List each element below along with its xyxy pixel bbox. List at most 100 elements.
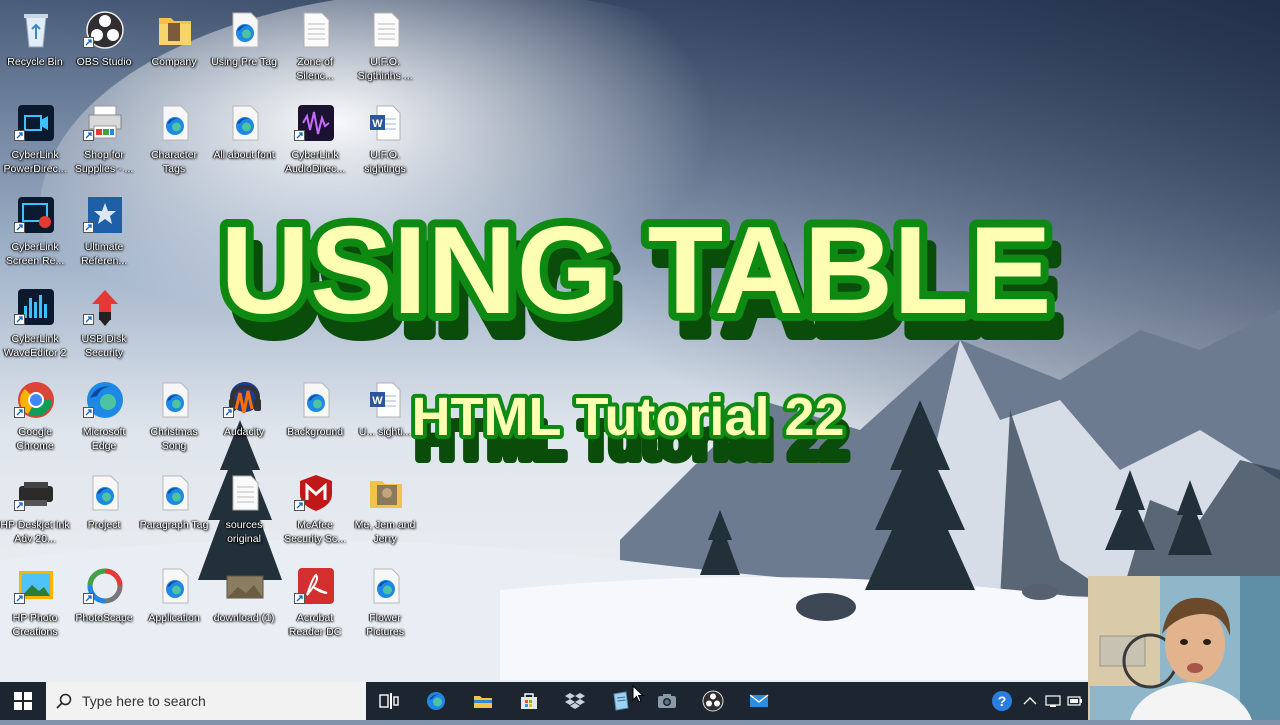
shortcut-arrow-icon	[294, 500, 305, 511]
chevron-up-icon	[1023, 697, 1037, 705]
shortcut-arrow-icon	[83, 37, 94, 48]
desktop-icon-label: Me, Jem and Jerry	[354, 519, 416, 545]
desktop-icon-label: Flower Pictures	[366, 612, 404, 638]
svg-text:?: ?	[998, 693, 1007, 709]
desktop-icon-label: U.F.O. sightings	[364, 149, 406, 175]
edge-html-file-icon	[154, 565, 196, 607]
desktop-icon[interactable]: download (1)	[209, 561, 279, 649]
shortcut-arrow-icon	[14, 593, 25, 604]
taskbar-obs[interactable]	[690, 682, 736, 720]
mail-icon	[749, 694, 769, 707]
task-view-icon	[379, 693, 399, 709]
task-view-button[interactable]	[366, 682, 412, 720]
folder-icon	[154, 9, 196, 51]
taskbar-mail[interactable]	[736, 682, 782, 720]
desktop-icon[interactable]: Character Tags	[139, 98, 209, 186]
desktop-icon[interactable]: Company	[139, 5, 209, 93]
desktop-icon-label: CyberLink PowerDirec...	[3, 149, 67, 175]
store-icon	[521, 693, 537, 709]
desktop-icon[interactable]: Recycle Bin	[0, 5, 70, 93]
desktop-icon-label: Shop for Supplies - ...	[74, 149, 134, 175]
desktop-icon[interactable]: U.F.O. Sigthinhs ...	[350, 5, 420, 93]
tray-help[interactable]: ?	[986, 682, 1018, 720]
edge-html-file-icon	[224, 9, 266, 51]
desktop-icon-label: Paragraph Tag	[139, 519, 209, 531]
desktop-icon-label: Zone of Silenc...	[296, 56, 334, 82]
desktop-icon[interactable]: McAfee Security Sc...	[280, 468, 350, 556]
start-button[interactable]	[0, 682, 46, 720]
mouse-pointer-icon	[632, 685, 644, 703]
desktop-icon[interactable]: Application	[139, 561, 209, 649]
desktop-icon[interactable]: PhotoScape	[69, 561, 139, 649]
shortcut-arrow-icon	[294, 593, 305, 604]
desktop-icon-label: Project	[87, 519, 121, 531]
desktop-icon-label: All about font	[213, 149, 275, 161]
desktop-icon[interactable]: Using Pre Tag	[209, 5, 279, 93]
desktop-icon[interactable]: CyberLink AudioDirec...	[280, 98, 350, 186]
shortcut-arrow-icon	[83, 593, 94, 604]
desktop-icon[interactable]: sources original	[209, 468, 279, 556]
edge-icon	[427, 692, 445, 710]
file-explorer-icon	[474, 696, 492, 708]
desktop-icon[interactable]: Flower Pictures	[350, 561, 420, 649]
desktop-icon[interactable]: Paragraph Tag	[139, 468, 209, 556]
shortcut-arrow-icon	[294, 130, 305, 141]
desktop-icon-label: CyberLink AudioDirec...	[284, 149, 346, 175]
desktop-icon-label: U.F.O. Sigthinhs ...	[357, 56, 413, 82]
taskbar-dropbox[interactable]	[552, 682, 598, 720]
desktop-icon-label: HP Photo Creations	[12, 612, 58, 638]
taskbar-camera[interactable]	[644, 682, 690, 720]
edge-html-file-icon	[84, 472, 126, 514]
overlay-title: USING TABLE USING TABLE USING TABLE	[0, 195, 1280, 355]
desktop-icon[interactable]: OBS Studio	[69, 5, 139, 93]
search-icon	[56, 693, 72, 709]
tray-network[interactable]	[1042, 682, 1064, 720]
taskbar-store[interactable]	[506, 682, 552, 720]
desktop-icon-label: sources original	[225, 519, 263, 545]
edge-html-file-icon	[224, 102, 266, 144]
desktop-icon-label: Company	[151, 56, 197, 68]
desktop-icon[interactable]: Project	[69, 468, 139, 556]
webcam-overlay	[1088, 576, 1280, 720]
tray-battery[interactable]	[1064, 682, 1086, 720]
windows-logo-icon	[14, 692, 32, 710]
overlay-title-text: USING TABLE	[220, 202, 1051, 340]
edge-html-file-icon	[154, 102, 196, 144]
desktop-icon-label: Recycle Bin	[7, 56, 63, 68]
taskbar-file-explorer[interactable]	[460, 682, 506, 720]
taskbar-edge[interactable]	[413, 682, 459, 720]
notepad-icon	[613, 691, 629, 711]
desktop-icon-label: Using Pre Tag	[211, 56, 277, 68]
desktop-icon[interactable]: Me, Jem and Jerry	[350, 468, 420, 556]
svg-text:W: W	[372, 118, 383, 130]
camera-icon	[658, 694, 676, 708]
desktop-icon-label: Application	[148, 612, 200, 624]
desktop-icon[interactable]: HP Deskjet Ink Adv 20...	[0, 468, 70, 556]
desktop-icon[interactable]: HP Photo Creations	[0, 561, 70, 649]
desktop-icon[interactable]: Shop for Supplies - ...	[69, 98, 139, 186]
desktop-icon[interactable]: Zone of Silenc...	[280, 5, 350, 93]
photo-folder-icon	[365, 472, 407, 514]
help-icon: ?	[992, 691, 1012, 711]
tray-show-hidden[interactable]	[1018, 682, 1042, 720]
overlay-subtitle: HTML Tutorial 22 HTML Tutorial 22 HTML T…	[0, 383, 1280, 473]
desktop-icon[interactable]: W U.F.O. sightings	[350, 98, 420, 186]
taskbar-search-box[interactable]: Type here to search	[46, 682, 366, 720]
dropbox-icon	[565, 693, 585, 709]
desktop-icon[interactable]: All about font	[209, 98, 279, 186]
desktop-icon-label: McAfee Security Sc...	[284, 519, 346, 545]
edge-html-file-icon	[154, 472, 196, 514]
desktop-icon[interactable]: CyberLink PowerDirec...	[0, 98, 70, 186]
search-placeholder: Type here to search	[82, 693, 206, 709]
word-document-icon: W	[365, 102, 407, 144]
taskbar: Type here to search ?	[0, 682, 1088, 720]
desktop-icon-label: Character Tags	[150, 149, 198, 175]
text-file-icon	[295, 9, 337, 51]
shortcut-arrow-icon	[83, 130, 94, 141]
shortcut-arrow-icon	[14, 130, 25, 141]
desktop-icon[interactable]: Acrobat Reader DC	[280, 561, 350, 649]
edge-html-file-icon	[365, 565, 407, 607]
desktop-icon-label: OBS Studio	[76, 56, 132, 68]
obs-studio-icon	[702, 690, 724, 712]
desktop-icon-label: HP Deskjet Ink Adv 20...	[0, 519, 70, 545]
